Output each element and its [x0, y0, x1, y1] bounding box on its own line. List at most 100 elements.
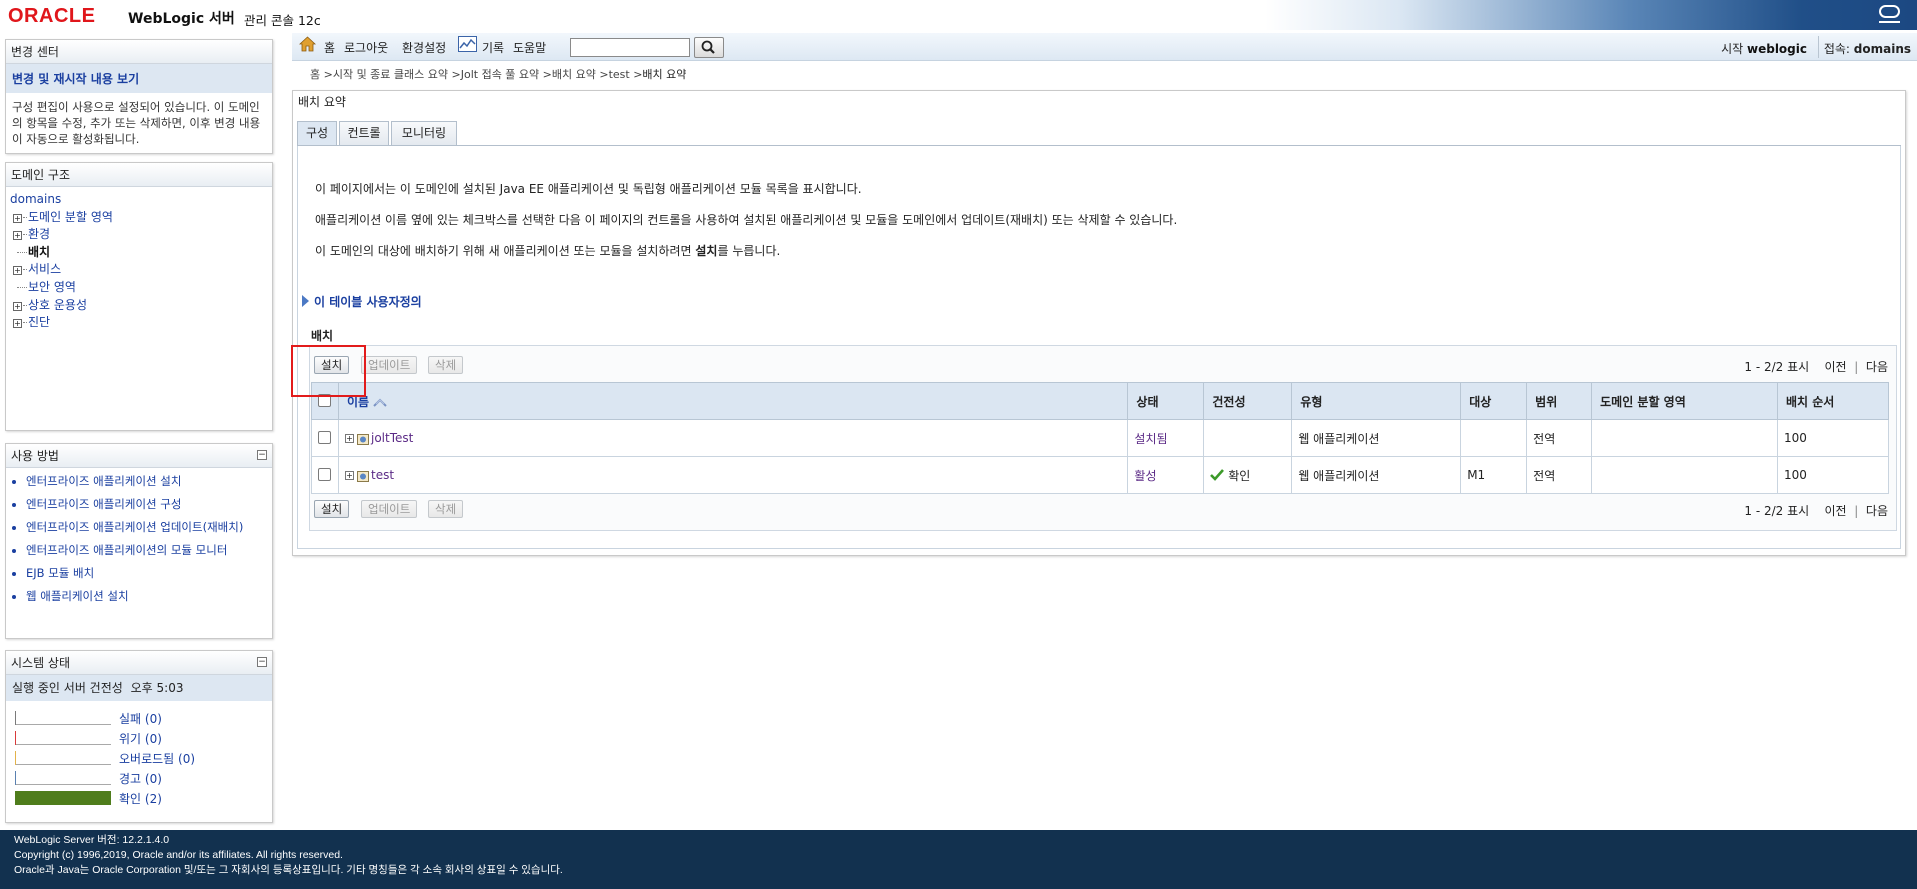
description-line-3: 이 도메인의 대상에 배치하기 위해 새 애플리케이션 또는 모듈을 설치하려면… [315, 242, 780, 259]
sort-ascending-icon[interactable] [373, 397, 387, 407]
tree-root-link[interactable]: domains [10, 192, 61, 206]
type-cell: 웹 애플리케이션 [1291, 419, 1462, 457]
how-do-i-link[interactable]: 엔터프라이즈 애플리케이션 구성 [26, 497, 181, 511]
update-button[interactable]: 업데이트 [361, 356, 418, 374]
how-do-i-item[interactable]: 엔터프라이즈 애플리케이션 업데이트(재배치) [26, 520, 272, 535]
pager-prev[interactable]: 이전 [1824, 504, 1846, 518]
health-bar-label[interactable]: 오버로드됨 (0) [119, 750, 195, 767]
tree-connector [23, 269, 27, 271]
row-checkbox[interactable] [318, 431, 331, 444]
health-bar-label[interactable]: 경고 (0) [119, 770, 162, 787]
how-do-i-item[interactable]: 웹 애플리케이션 설치 [26, 589, 272, 604]
tree-item-label[interactable]: 배치 [28, 245, 50, 259]
column-partition[interactable]: 도메인 분할 영역 [1591, 382, 1778, 420]
column-deployment-order[interactable]: 배치 순서 [1776, 382, 1890, 420]
pager-top: 1 - 2/2 표시 이전 | 다음 [1744, 360, 1888, 374]
collapse-icon[interactable]: − [257, 450, 267, 460]
tab-monitoring[interactable]: 모니터링 [391, 121, 457, 145]
table-row: + test 활성 확인 웹 애플리케이션 M1 전역 100 [311, 456, 1890, 494]
top-toolbar: 홈 로그아웃 환경설정 기록 도움말 시작 weblogic 접속: domai… [292, 33, 1917, 61]
pager-next[interactable]: 다음 [1866, 360, 1888, 374]
home-link[interactable]: 홈 [324, 39, 335, 56]
state-cell: 활성 [1127, 456, 1205, 494]
how-do-i-link[interactable]: 엔터프라이즈 애플리케이션의 모듈 모니터 [26, 543, 227, 557]
health-bar-fill [15, 771, 17, 785]
how-do-i-link[interactable]: 웹 애플리케이션 설치 [26, 589, 129, 603]
health-bar-label[interactable]: 확인 (2) [119, 790, 162, 807]
help-link[interactable]: 도움말 [513, 39, 546, 56]
logout-link[interactable]: 로그아웃 [344, 39, 388, 56]
tab-control[interactable]: 컨트롤 [339, 121, 389, 145]
column-type[interactable]: 유형 [1291, 382, 1462, 420]
system-status-title-text: 시스템 상태 [11, 656, 71, 670]
update-button[interactable]: 업데이트 [361, 500, 418, 518]
connected-to: 접속: domains [1824, 40, 1911, 57]
tab-configuration[interactable]: 구성 [297, 121, 337, 145]
tree-item-diagnostics: + 진단 [10, 314, 268, 332]
expand-triangle-icon[interactable] [302, 295, 309, 307]
deployment-name-link[interactable]: test [371, 468, 394, 482]
how-do-i-item[interactable]: EJB 모듈 배치 [26, 566, 272, 581]
column-scope[interactable]: 범위 [1526, 382, 1593, 420]
row-select-cell [311, 419, 339, 457]
customize-table-link[interactable]: 이 테이블 사용자정의 [314, 293, 422, 310]
expand-icon[interactable]: + [13, 301, 22, 311]
how-do-i-item[interactable]: 엔터프라이즈 애플리케이션 구성 [26, 497, 272, 512]
tree-item-label[interactable]: 보안 영역 [28, 280, 76, 294]
delete-button[interactable]: 삭제 [428, 356, 464, 374]
tree-item-label[interactable]: 환경 [28, 227, 50, 241]
column-name[interactable]: 이름 [337, 382, 1129, 420]
oracle-o-icon [1879, 5, 1900, 18]
column-state[interactable]: 상태 [1127, 382, 1205, 420]
home-icon[interactable] [299, 36, 316, 52]
deployment-name-link[interactable]: joltTest [371, 431, 413, 445]
breadcrumb-path[interactable]: 홈 >시작 및 종료 클래스 요약 >Jolt 접속 풀 요약 >배치 요약 >… [310, 68, 642, 81]
record-icon[interactable] [458, 36, 477, 52]
server-health-time: 오후 5:03 [130, 681, 184, 695]
tree-item-label[interactable]: 진단 [28, 315, 50, 329]
order-cell: 100 [1776, 419, 1890, 457]
column-health[interactable]: 건전성 [1203, 382, 1293, 420]
health-bar [15, 731, 111, 745]
install-button[interactable]: 설치 [314, 500, 350, 518]
expand-icon[interactable]: + [344, 434, 354, 443]
expand-icon[interactable]: + [13, 319, 22, 329]
view-changes-link[interactable]: 변경 및 재시작 내용 보기 [6, 64, 272, 93]
pager-prev[interactable]: 이전 [1824, 360, 1846, 374]
type-cell: 웹 애플리케이션 [1291, 456, 1462, 494]
expand-icon[interactable]: + [344, 471, 354, 480]
expand-icon[interactable]: + [13, 266, 22, 276]
tree-item-label[interactable]: 서비스 [28, 262, 61, 276]
row-checkbox[interactable] [318, 468, 331, 481]
how-do-i-item[interactable]: 엔터프라이즈 애플리케이션의 모듈 모니터 [26, 543, 272, 558]
health-bar-fill [15, 711, 17, 725]
state-link[interactable]: 설치됨 [1134, 432, 1167, 446]
tree-item-label[interactable]: 상호 운용성 [28, 298, 87, 312]
health-bar-label[interactable]: 실패 (0) [119, 710, 162, 727]
how-do-i-link[interactable]: 엔터프라이즈 애플리케이션 업데이트(재배치) [26, 520, 243, 534]
search-button[interactable] [694, 37, 724, 58]
preferences-link[interactable]: 환경설정 [402, 39, 446, 56]
system-status-panel: 시스템 상태 − 실행 중인 서버 건전성 오후 5:03 실패 (0) 위기 (… [5, 650, 273, 823]
page-title: 배치 요약 [293, 91, 1905, 113]
health-cell: 확인 [1203, 456, 1293, 494]
how-do-i-link[interactable]: EJB 모듈 배치 [26, 566, 94, 580]
expand-icon[interactable]: + [13, 231, 22, 241]
health-bar-row: 경고 (0) [6, 767, 272, 787]
column-targets[interactable]: 대상 [1460, 382, 1528, 420]
pager-bottom: 1 - 2/2 표시 이전 | 다음 [1744, 504, 1888, 518]
expand-icon[interactable]: + [13, 213, 22, 223]
pager-next[interactable]: 다음 [1866, 504, 1888, 518]
search-input[interactable] [570, 38, 690, 57]
state-link[interactable]: 활성 [1134, 469, 1156, 483]
how-do-i-item[interactable]: 엔터프라이즈 애플리케이션 설치 [26, 474, 272, 489]
record-link[interactable]: 기록 [482, 39, 504, 56]
delete-button[interactable]: 삭제 [428, 500, 464, 518]
tree-item-label[interactable]: 도메인 분할 영역 [28, 210, 113, 224]
how-do-i-link[interactable]: 엔터프라이즈 애플리케이션 설치 [26, 474, 181, 488]
tree-connector [23, 304, 27, 306]
health-bar-label[interactable]: 위기 (0) [119, 730, 162, 747]
health-cell [1203, 419, 1293, 457]
collapse-icon[interactable]: − [257, 657, 267, 667]
scope-cell: 전역 [1526, 456, 1593, 494]
